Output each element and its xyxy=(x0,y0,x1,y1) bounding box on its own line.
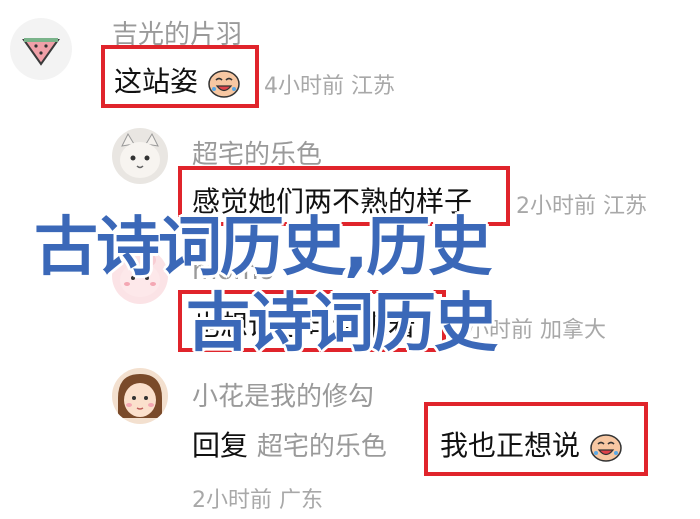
reply-target[interactable]: 超宅的乐色 xyxy=(257,432,387,462)
comment-meta: 4小时前 江苏 xyxy=(264,74,396,99)
girl-face-icon xyxy=(118,374,162,418)
laughing-face-icon xyxy=(590,434,622,462)
overlay-title-line2: 古诗词历史 xyxy=(186,287,498,361)
watermelon-icon xyxy=(22,38,60,66)
reply-prefix: 回复 超宅的乐色 xyxy=(192,424,387,464)
comment-username[interactable]: 小花是我的修勾 xyxy=(192,376,374,413)
avatar[interactable] xyxy=(10,18,72,80)
comment-meta: 2小时前 江苏 xyxy=(516,194,648,219)
reply-label: 回复 xyxy=(192,429,249,462)
laughing-face-icon xyxy=(208,70,240,98)
avatar[interactable] xyxy=(112,128,168,184)
cat-face-icon xyxy=(120,132,160,178)
comment-meta: 2小时前 广东 xyxy=(192,488,324,513)
avatar[interactable] xyxy=(112,368,168,424)
comment-text: 我也正想说 xyxy=(440,424,623,464)
comment-text: 这站姿 xyxy=(114,60,241,100)
